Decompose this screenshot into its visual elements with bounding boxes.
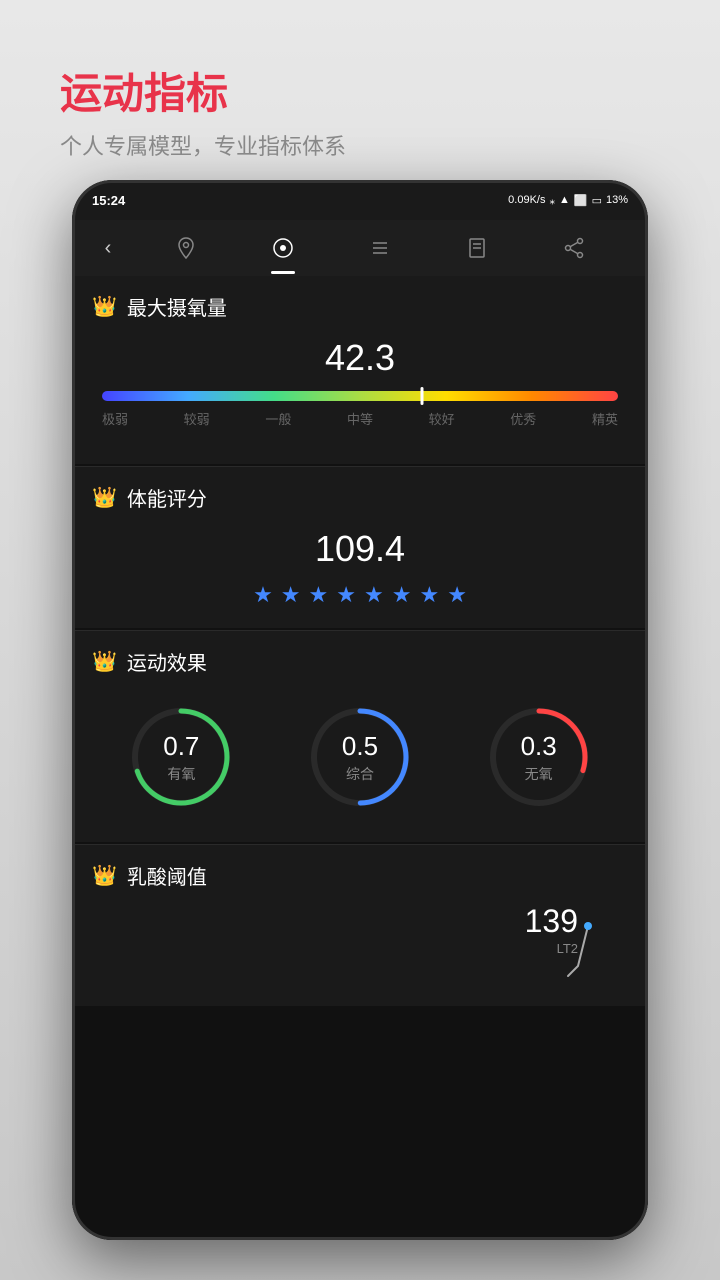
vo2max-marker — [420, 387, 423, 405]
anaerobic-gauge: 0.3 无氧 — [484, 702, 594, 812]
lactate-value: 139 — [525, 903, 578, 939]
page-title: 运动指标 — [60, 60, 346, 121]
exercise-title-row: 👑 运动效果 — [92, 647, 628, 676]
top-area: 运动指标 个人专属模型，专业指标体系 — [60, 60, 346, 161]
label-excellent: 优秀 — [510, 409, 536, 428]
label-medium: 中等 — [347, 409, 373, 428]
effect-circles: 0.7 有氧 0.5 综合 — [92, 692, 628, 822]
combined-value: 0.5 — [342, 731, 378, 762]
lactate-title-row: 👑 乳酸阈值 — [92, 861, 628, 890]
status-right: 0.09K/s ⁎ ▲ ⬜ ▭ 13% — [508, 194, 628, 207]
anaerobic-name: 无氧 — [525, 764, 553, 784]
label-very-weak: 极弱 — [102, 409, 128, 428]
nav-bar: ‹ — [72, 220, 648, 276]
stars-row: ★ ★ ★ ★ ★ ★ ★ ★ — [92, 582, 628, 608]
combined-gauge: 0.5 综合 — [305, 702, 415, 812]
star-6: ★ — [392, 582, 412, 608]
star-2: ★ — [281, 582, 301, 608]
nav-icons — [128, 230, 632, 266]
aerobic-circle-item: 0.7 有氧 — [126, 702, 236, 812]
star-3: ★ — [309, 582, 329, 608]
status-time: 15:24 — [92, 193, 125, 208]
star-5: ★ — [364, 582, 384, 608]
lactate-section: 👑 乳酸阈值 139 LT2 — [72, 845, 648, 1006]
crown-icon-fitness: 👑 — [92, 485, 117, 510]
page-subtitle: 个人专属模型，专业指标体系 — [60, 129, 346, 161]
star-8: ★ — [447, 582, 467, 608]
rainbow-bar — [102, 391, 618, 401]
lactate-curve-svg — [408, 906, 608, 986]
battery-percent: 13% — [606, 194, 628, 206]
lactate-value-area: 139 LT2 — [525, 903, 578, 958]
network-speed: 0.09K/s — [508, 194, 545, 206]
fitness-section: 👑 体能评分 109.4 ★ ★ ★ ★ ★ ★ ★ ★ — [72, 467, 648, 628]
battery-indicator: ▭ — [592, 194, 602, 207]
nav-map-icon[interactable] — [168, 230, 204, 266]
label-good: 较好 — [429, 409, 455, 428]
nav-share-icon[interactable] — [556, 230, 592, 266]
wifi-icon: ▲ — [559, 194, 570, 206]
lactate-sublabel: LT2 — [557, 941, 578, 956]
fitness-title-row: 👑 体能评分 — [92, 483, 628, 512]
back-button[interactable]: ‹ — [88, 228, 128, 268]
lactate-label: 乳酸阈值 — [127, 861, 207, 890]
signal-icon: ⬜ — [574, 194, 588, 207]
status-bar: 15:24 0.09K/s ⁎ ▲ ⬜ ▭ 13% — [72, 180, 648, 220]
crown-icon-lactate: 👑 — [92, 863, 117, 888]
label-normal: 一般 — [265, 409, 291, 428]
fitness-label: 体能评分 — [127, 483, 207, 512]
lactate-chart: 139 LT2 — [92, 906, 628, 986]
crown-icon-exercise: 👑 — [92, 649, 117, 674]
vo2max-section: 👑 最大摄氧量 42.3 极弱 较弱 一般 中等 较好 优秀 精英 — [72, 276, 648, 464]
rainbow-bar-container: 极弱 较弱 一般 中等 较好 优秀 精英 — [102, 391, 618, 428]
vo2max-label: 最大摄氧量 — [127, 292, 227, 321]
nav-list-icon[interactable] — [362, 230, 398, 266]
aerobic-inner: 0.7 有氧 — [126, 702, 236, 812]
nav-circle-icon[interactable] — [265, 230, 301, 266]
star-1: ★ — [253, 582, 273, 608]
phone-frame: 15:24 0.09K/s ⁎ ▲ ⬜ ▭ 13% ‹ — [72, 180, 648, 1240]
crown-icon-vo2max: 👑 — [92, 294, 117, 319]
vo2max-value: 42.3 — [92, 337, 628, 379]
exercise-section: 👑 运动效果 0.7 有氧 — [72, 631, 648, 842]
exercise-label: 运动效果 — [127, 647, 207, 676]
label-elite: 精英 — [592, 409, 618, 428]
label-weak: 较弱 — [184, 409, 210, 428]
star-7: ★ — [419, 582, 439, 608]
aerobic-name: 有氧 — [167, 764, 195, 784]
anaerobic-circle-item: 0.3 无氧 — [484, 702, 594, 812]
aerobic-gauge: 0.7 有氧 — [126, 702, 236, 812]
anaerobic-inner: 0.3 无氧 — [484, 702, 594, 812]
aerobic-value: 0.7 — [163, 731, 199, 762]
anaerobic-value: 0.3 — [521, 731, 557, 762]
combined-circle-item: 0.5 综合 — [305, 702, 415, 812]
fitness-value: 109.4 — [92, 528, 628, 570]
combined-inner: 0.5 综合 — [305, 702, 415, 812]
combined-name: 综合 — [346, 764, 374, 784]
bluetooth-icon: ⁎ — [549, 194, 555, 207]
nav-bookmark-icon[interactable] — [459, 230, 495, 266]
star-4: ★ — [336, 582, 356, 608]
rainbow-labels: 极弱 较弱 一般 中等 较好 优秀 精英 — [102, 409, 618, 428]
vo2max-title-row: 👑 最大摄氧量 — [92, 292, 628, 321]
content-area: 👑 最大摄氧量 42.3 极弱 较弱 一般 中等 较好 优秀 精英 — [72, 276, 648, 1240]
